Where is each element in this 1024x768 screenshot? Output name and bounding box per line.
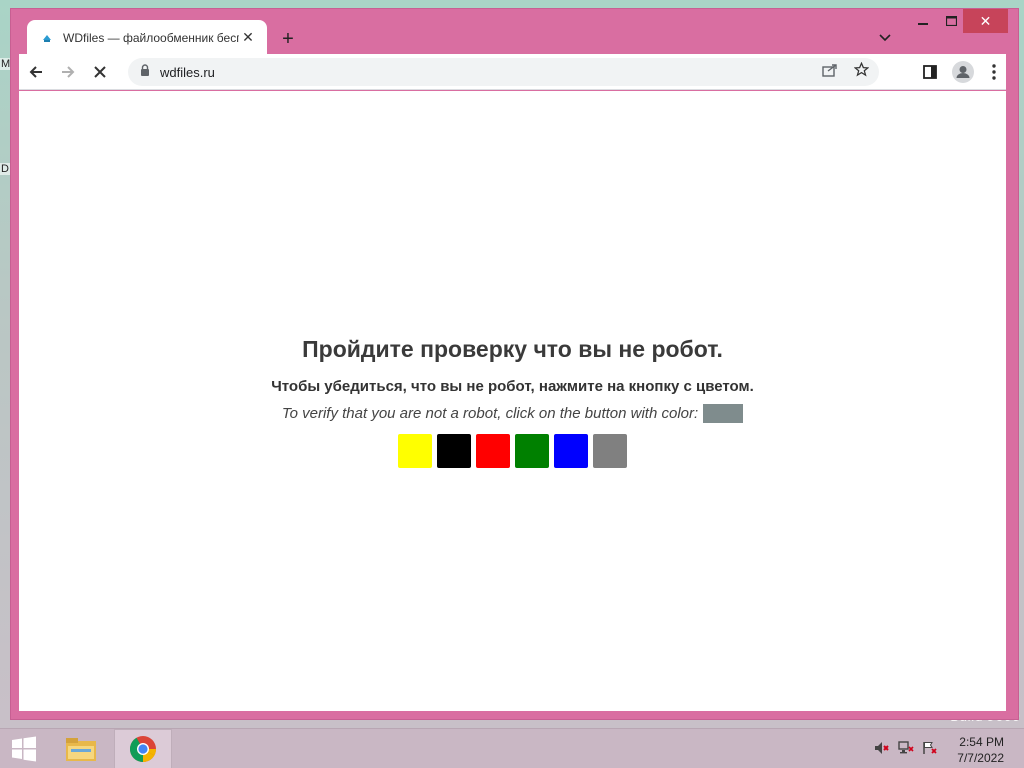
color-button-row [19, 434, 1006, 468]
page-heading: Пройдите проверку что вы не робот. [302, 336, 723, 362]
target-color-swatch [703, 404, 744, 423]
close-window-button[interactable]: ✕ [963, 9, 1008, 33]
browser-toolbar: wdfiles.ru [19, 54, 1006, 90]
color-button-red[interactable] [476, 434, 510, 468]
minimize-button[interactable] [909, 9, 937, 33]
instruction-russian: Чтобы убедиться, что вы не робот, нажмит… [271, 378, 754, 395]
color-button-gray[interactable] [593, 434, 627, 468]
back-arrow-icon[interactable] [21, 57, 51, 87]
clock-date: 7/7/2022 [957, 751, 1004, 765]
bookmark-star-icon[interactable] [853, 61, 870, 82]
start-button[interactable] [0, 729, 48, 768]
network-icon[interactable] [897, 739, 915, 757]
browser-tab[interactable]: WDfiles — файлообменник бесплатно ✕ [27, 20, 267, 55]
tab-title: WDfiles — файлообменник бесплатно [63, 30, 239, 45]
site-favicon-icon [39, 30, 55, 46]
tab-search-chevron-icon[interactable] [873, 26, 897, 50]
page-viewport: Пройдите проверку что вы не робот. Чтобы… [19, 91, 1006, 711]
share-icon[interactable] [822, 63, 838, 82]
tab-close-icon[interactable]: ✕ [239, 29, 257, 47]
stop-loading-icon[interactable] [85, 57, 115, 87]
address-bar[interactable]: wdfiles.ru [128, 58, 879, 86]
new-tab-button[interactable]: + [275, 26, 301, 52]
chrome-taskbar-icon[interactable] [114, 729, 172, 768]
instruction-english-row: To verify that you are not a robot, clic… [281, 404, 744, 423]
clock-time: 2:54 PM [959, 735, 1004, 749]
taskbar: 2:54 PM 7/7/2022 [0, 728, 1024, 768]
menu-kebab-icon[interactable] [979, 57, 1009, 87]
system-clock[interactable]: 2:54 PM 7/7/2022 [957, 734, 1004, 766]
browser-window: WDfiles — файлообменник бесплатно ✕ + ✕ [10, 8, 1019, 720]
color-button-blue[interactable] [554, 434, 588, 468]
color-button-green[interactable] [515, 434, 549, 468]
tab-strip: WDfiles — файлообменник бесплатно ✕ + ✕ [11, 9, 1018, 55]
profile-avatar-icon[interactable] [948, 57, 978, 87]
color-button-black[interactable] [437, 434, 471, 468]
url-text[interactable]: wdfiles.ru [160, 65, 822, 80]
color-button-yellow[interactable] [398, 434, 432, 468]
volume-muted-icon[interactable] [873, 739, 891, 757]
instruction-english: To verify that you are not a robot, clic… [281, 405, 699, 422]
forward-arrow-icon[interactable] [53, 57, 83, 87]
desktop-fragment: D [0, 163, 10, 175]
captcha-block: Пройдите проверку что вы не робот. Чтобы… [19, 336, 1006, 468]
side-panel-icon[interactable] [915, 57, 945, 87]
lock-icon[interactable] [140, 63, 150, 81]
action-center-flag-icon[interactable] [921, 739, 939, 757]
maximize-button[interactable] [937, 9, 965, 33]
file-explorer-icon[interactable] [58, 729, 104, 768]
